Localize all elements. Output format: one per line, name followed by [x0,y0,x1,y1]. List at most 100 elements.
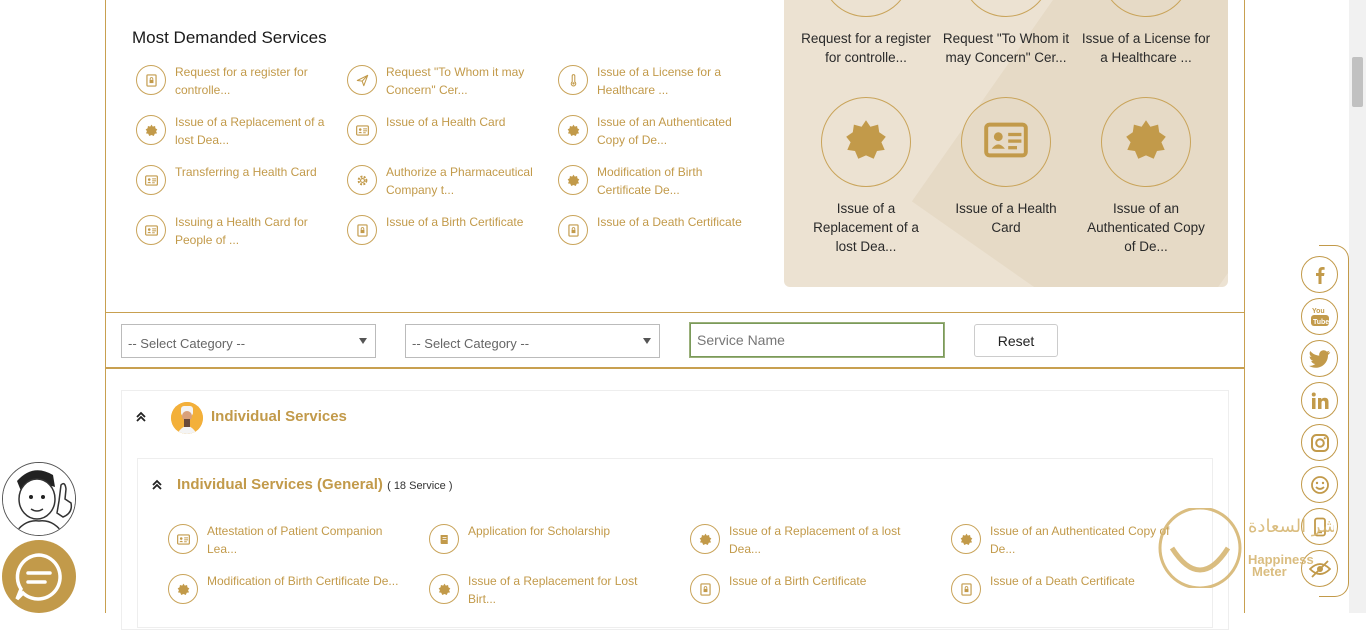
most-demanded-item-label: Authorize a Pharmaceutical Company t... [386,165,533,197]
seal-icon [951,524,981,554]
most-demanded-item[interactable]: Issuing a Health Card for People of ... [136,215,336,249]
reset-button[interactable]: Reset [974,324,1058,357]
most-demanded-item[interactable]: Modification of Birth Certificate De... [558,165,758,199]
collapse-chevron-icon[interactable] [151,479,163,491]
most-demanded-title: Most Demanded Services [132,28,327,47]
happiness-meter[interactable]: مؤشر السعادة Happiness Meter [1158,506,1356,590]
featured-service-label[interactable]: Issue of a Replacement of a lost Dea... [801,199,931,256]
most-demanded-item[interactable]: Authorize a Pharmaceutical Company t... [347,165,547,199]
featured-service-circle[interactable] [961,97,1051,187]
most-demanded-item-label: Request "To Whom it may Concern" Cer... [386,65,525,97]
service-item-label: Issue of a Death Certificate [990,574,1135,588]
most-demanded-item[interactable]: Issue of a Birth Certificate [347,215,547,245]
assistant-mascot[interactable] [2,462,76,536]
seal-icon [690,524,720,554]
most-demanded-item-label: Issue of a Birth Certificate [386,215,524,229]
featured-service-label[interactable]: Issue of a Health Card [941,199,1071,237]
individual-avatar-icon [171,402,203,434]
service-item-label: Modification of Birth Certificate De... [207,574,399,588]
svg-text:Tube: Tube [1313,319,1329,326]
service-item[interactable]: Issue of an Authenticated Copy of De... [951,524,1186,558]
happiness-meter-logo: مؤشر السعادة Happiness Meter [1158,506,1356,590]
service-item-label: Issue of an Authenticated Copy of De... [990,524,1170,556]
most-demanded-item-label: Issue of an Authenticated Copy of De... [597,115,732,147]
most-demanded-item[interactable]: Request "To Whom it may Concern" Cer... [347,65,547,99]
service-name-input[interactable] [689,322,945,358]
service-item[interactable]: Issue of a Birth Certificate [690,574,925,604]
youtube-link[interactable]: You Tube [1301,298,1338,335]
service-item[interactable]: Issue of a Replacement for Lost Birt... [429,574,664,608]
most-demanded-item-label: Issue of a Replacement of a lost Dea... [175,115,325,147]
youtube-icon: You Tube [1309,305,1331,329]
category-select-2[interactable]: -- Select Category -- [405,324,660,358]
most-demanded-item[interactable]: Issue of a Health Card [347,115,547,145]
scrollbar-thumb[interactable] [1352,57,1363,107]
seal-icon [844,118,888,167]
most-demanded-item[interactable]: Issue of a License for a Healthcare ... [558,65,758,99]
featured-service-circle[interactable] [1101,97,1191,187]
most-demanded-item-label: Request for a register for controlle... [175,65,308,97]
service-item-label: Issue of a Replacement for Lost Birt... [468,574,638,606]
featured-service-label[interactable]: Request "To Whom it may Concern" Cer... [941,29,1071,67]
featured-service-label[interactable]: Issue of a License for a Healthcare ... [1081,29,1211,67]
most-demanded-item[interactable]: Issue of a Death Certificate [558,215,758,245]
chevron-down-icon [643,338,651,344]
smiley-link[interactable] [1301,466,1338,503]
category-select-1[interactable]: -- Select Category -- [121,324,376,358]
thermometer-icon [558,65,588,95]
service-item-label: Attestation of Patient Companion Lea... [207,524,383,556]
service-item[interactable]: Issue of a Death Certificate [951,574,1186,604]
id-card-icon [168,524,198,554]
service-item[interactable]: Issue of a Replacement of a lost Dea... [690,524,925,558]
scrollbar[interactable] [1349,0,1366,613]
seal-icon [168,574,198,604]
individual-services-title[interactable]: Individual Services [211,408,347,425]
seal-icon [136,115,166,145]
most-demanded-item-label: Issue of a Health Card [386,115,506,129]
chat-button[interactable] [2,540,76,613]
most-demanded-item-label: Modification of Birth Certificate De... [597,165,703,197]
most-demanded-item-label: Issue of a Death Certificate [597,215,742,229]
seal-icon [429,574,459,604]
chat-bubble-icon [15,552,62,601]
gear-icon [347,165,377,195]
featured-service-label[interactable]: Request for a register for controlle... [801,29,931,67]
category-select-1-value: -- Select Category -- [128,336,246,351]
book-icon [429,524,459,554]
most-demanded-item-label: Issuing a Health Card for People of ... [175,215,308,247]
seal-icon [558,115,588,145]
instagram-link[interactable] [1301,424,1338,461]
featured-service-label[interactable]: Issue of an Authenticated Copy of De... [1081,199,1211,256]
service-item[interactable]: Attestation of Patient Companion Lea... [168,524,403,558]
twitter-icon [1308,349,1331,369]
service-item-label: Issue of a Birth Certificate [729,574,867,588]
svg-text:You: You [1312,308,1325,315]
id-card-icon [984,118,1028,167]
chevron-down-icon [359,338,367,344]
doc-lock-icon [136,65,166,95]
facebook-link[interactable] [1301,256,1338,293]
service-item-label: Issue of a Replacement of a lost Dea... [729,524,901,556]
instagram-icon [1310,433,1330,453]
collapse-chevron-icon[interactable] [135,411,147,423]
doc-lock-icon [690,574,720,604]
seal-icon [1124,118,1168,167]
service-count: ( 18 Service ) [387,480,453,492]
happiness-label-2: Meter [1252,564,1287,579]
linkedin-link[interactable] [1301,382,1338,419]
individual-general-title[interactable]: Individual Services (General) ( 18 Servi… [177,476,453,493]
id-card-icon [136,165,166,195]
happiness-arabic: مؤشر السعادة [1248,516,1334,537]
most-demanded-item[interactable]: Transferring a Health Card [136,165,336,195]
smiley-icon [1310,475,1330,495]
twitter-link[interactable] [1301,340,1338,377]
most-demanded-item[interactable]: Issue of a Replacement of a lost Dea... [136,115,336,149]
service-item[interactable]: Application for Scholarship [429,524,664,554]
service-item[interactable]: Modification of Birth Certificate De... [168,574,403,604]
seal-icon [558,165,588,195]
doc-lock-icon [558,215,588,245]
most-demanded-item[interactable]: Request for a register for controlle... [136,65,336,99]
most-demanded-item[interactable]: Issue of an Authenticated Copy of De... [558,115,758,149]
featured-service-circle[interactable] [821,97,911,187]
group-title-text: Individual Services (General) [177,476,383,493]
